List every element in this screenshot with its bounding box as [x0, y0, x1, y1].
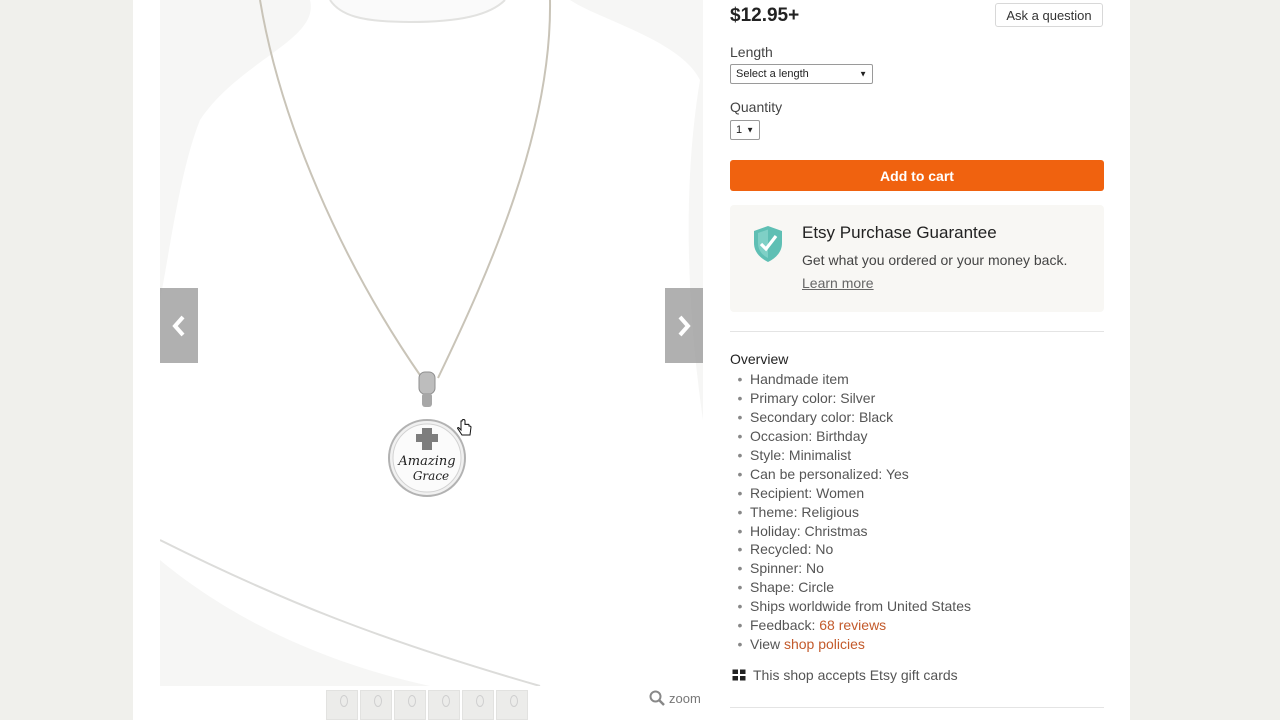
- thumbnail[interactable]: [394, 690, 426, 720]
- guarantee-title: Etsy Purchase Guarantee: [802, 223, 997, 242]
- list-item: • Handmade item: [737, 371, 849, 387]
- divider: [730, 707, 1104, 708]
- list-item: • Holiday: Christmas: [737, 522, 868, 539]
- length-select[interactable]: Select a length ▼: [730, 64, 873, 84]
- list-item-text: Handmade item: [750, 371, 849, 387]
- list-item-policies: • View shop policies: [737, 636, 865, 653]
- zoom-button[interactable]: zoom: [649, 690, 701, 706]
- list-item: • Can be personalized: Yes: [737, 465, 909, 482]
- next-image-button[interactable]: [665, 288, 703, 363]
- quantity-select-value: 1: [736, 124, 743, 136]
- listing-page: Amazing Grace zoom $12.95+ Ask a questio…: [133, 0, 1130, 720]
- thumbnail[interactable]: [496, 690, 528, 720]
- list-item: • Recycled: No: [737, 541, 834, 558]
- list-item-text: Recycled: No: [750, 541, 834, 558]
- previous-image-button[interactable]: [160, 288, 198, 363]
- list-item-text: Occasion: Birthday: [750, 427, 868, 444]
- quantity-label: Quantity: [730, 99, 783, 115]
- reviews-link[interactable]: 68 reviews: [819, 617, 886, 633]
- list-item-text: Spinner: No: [750, 560, 824, 577]
- overview-title: Overview: [730, 351, 789, 367]
- price: $12.95+: [730, 5, 800, 26]
- shop-policies-link[interactable]: shop policies: [784, 636, 865, 652]
- pendant-engraving-line-1: Amazing: [397, 454, 455, 469]
- list-item: • Recipient: Women: [737, 484, 865, 501]
- thumbnail[interactable]: [462, 690, 494, 720]
- gift-card-icon: [732, 669, 746, 681]
- list-item: • Spinner: No: [737, 560, 824, 577]
- ask-question-button[interactable]: Ask a question: [995, 3, 1103, 27]
- thumbnail-strip: [326, 690, 528, 720]
- list-item-text: Recipient: Women: [750, 484, 865, 501]
- overview-list: • Handmade item • Primary color: Silver • S…: [730, 370, 971, 654]
- guarantee-text: Get what you ordered or your money back.: [802, 252, 1068, 268]
- list-item-text: Theme: Religious: [750, 503, 859, 520]
- list-item-text: Ships worldwide from United States: [750, 598, 971, 615]
- chevron-right-icon: [678, 315, 691, 336]
- length-select-value: Select a length: [736, 68, 809, 80]
- divider: [730, 331, 1104, 332]
- policies-prefix: View: [750, 636, 784, 653]
- list-item: • Style: Minimalist: [737, 446, 852, 463]
- feedback-prefix: Feedback:: [750, 617, 820, 634]
- chevron-left-icon: [172, 315, 185, 336]
- list-item-text: Primary color: Silver: [750, 389, 876, 406]
- dropdown-arrow-icon: ▼: [859, 69, 867, 79]
- zoom-label: zoom: [669, 690, 701, 706]
- list-item-text: Secondary color: Black: [750, 408, 894, 425]
- purchase-guarantee-panel: Etsy Purchase Guarantee Get what you ord…: [730, 205, 1104, 312]
- list-item: • Secondary color: Black: [737, 408, 894, 425]
- thumbnail[interactable]: [428, 690, 460, 720]
- add-to-cart-button[interactable]: Add to cart: [730, 160, 1104, 191]
- quantity-select[interactable]: 1 ▼: [730, 120, 760, 140]
- list-item-text: Holiday: Christmas: [750, 522, 868, 539]
- magnifier-icon: [649, 690, 665, 706]
- gift-card-text: This shop accepts Etsy gift cards: [753, 667, 958, 683]
- gift-card-notice: This shop accepts Etsy gift cards: [732, 667, 958, 683]
- list-item-text: Shape: Circle: [750, 579, 835, 596]
- shield-check-icon: [754, 226, 782, 262]
- list-item: • Primary color: Silver: [737, 389, 876, 406]
- learn-more-link[interactable]: Learn more: [802, 275, 874, 291]
- product-image[interactable]: Amazing Grace: [160, 0, 703, 686]
- list-item: • Occasion: Birthday: [737, 427, 868, 444]
- list-item: • Theme: Religious: [737, 503, 859, 520]
- dropdown-arrow-icon: ▼: [746, 125, 754, 135]
- list-item: • Shape: Circle: [737, 579, 835, 596]
- thumbnail[interactable]: [360, 690, 392, 720]
- length-label: Length: [730, 44, 773, 60]
- pendant-engraving-line-2: Grace: [413, 469, 449, 483]
- list-item-text: Style: Minimalist: [750, 446, 852, 463]
- list-item: • Ships worldwide from United States: [737, 598, 971, 615]
- thumbnail[interactable]: [326, 690, 358, 720]
- list-item-text: Can be personalized: Yes: [750, 465, 909, 482]
- list-item-feedback: • Feedback: 68 reviews: [737, 617, 887, 634]
